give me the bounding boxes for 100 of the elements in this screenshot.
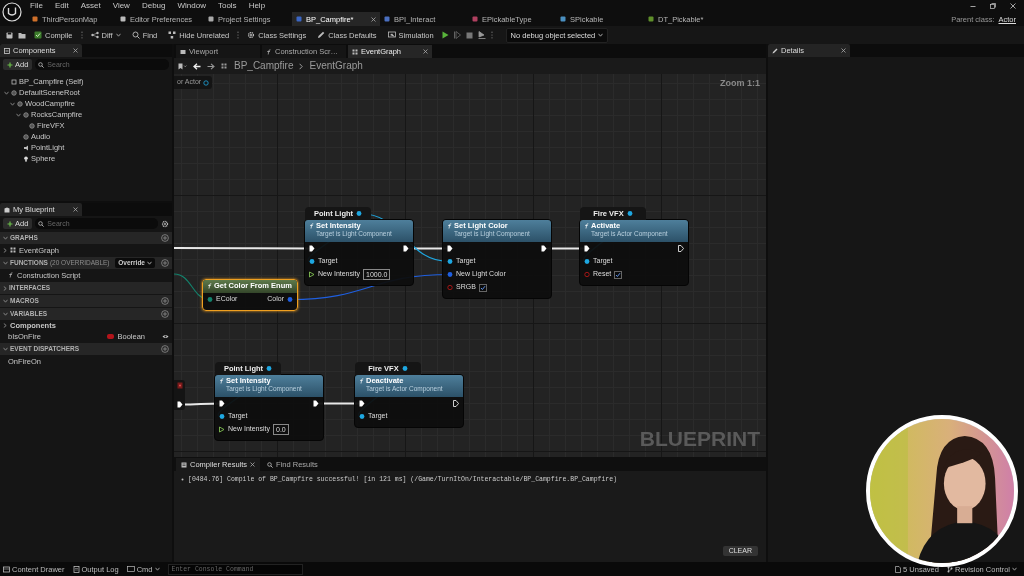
play-icon[interactable]: [441, 31, 449, 39]
step-icon[interactable]: [453, 31, 461, 39]
event-icon: [176, 382, 183, 389]
asset-icon: [32, 16, 38, 22]
add-icon[interactable]: [161, 297, 169, 305]
exec-pin-icon: [309, 245, 315, 252]
exec-pin-icon: [219, 400, 225, 407]
checkbox[interactable]: [614, 270, 623, 279]
component-icon: [11, 78, 17, 85]
function-icon: [447, 222, 452, 229]
zoom-label: Zoom 1:1: [720, 78, 760, 89]
folder-icon[interactable]: [18, 31, 26, 39]
compile-icon: [34, 31, 42, 39]
plus-icon: [7, 61, 13, 68]
add-icon[interactable]: [161, 345, 169, 353]
exec-pin-icon: [447, 245, 453, 252]
caret-icon: [598, 33, 604, 37]
bullet-icon: [181, 478, 184, 482]
pin-icon: [207, 296, 213, 303]
menu-item[interactable]: View: [112, 1, 130, 11]
caret-icon: [147, 261, 152, 265]
close-icon[interactable]: [73, 207, 78, 212]
save-icon[interactable]: [6, 31, 13, 39]
exec-pin-icon: [176, 401, 183, 408]
pin-icon: [219, 413, 225, 420]
pin-icon: [447, 284, 453, 291]
asset-icon: [648, 16, 654, 22]
pin-icon: [266, 365, 273, 372]
pin-icon: [287, 296, 293, 303]
asset-icon: [384, 16, 390, 22]
function-icon: [584, 222, 589, 229]
tab-icon: [266, 48, 272, 55]
caret-icon: [1012, 567, 1017, 571]
menu-item[interactable]: Window: [177, 1, 206, 11]
pin-icon: [401, 365, 408, 372]
add-icon[interactable]: [161, 259, 169, 267]
close-icon[interactable]: [250, 462, 256, 467]
pin-icon: [203, 79, 210, 86]
menu-item[interactable]: Help: [248, 1, 266, 11]
chevron-icon: [299, 62, 304, 70]
diff-icon: [90, 31, 99, 39]
close-icon[interactable]: [371, 16, 376, 22]
pin-icon: [584, 271, 590, 278]
component-icon: [23, 111, 29, 118]
log-icon: [72, 565, 80, 573]
restore-icon[interactable]: [990, 3, 996, 9]
asset-icon: [120, 16, 126, 22]
caret-icon: [3, 247, 7, 253]
function-icon: [309, 222, 314, 229]
pin-icon: [359, 413, 365, 420]
bookmark-icon[interactable]: [178, 62, 187, 70]
stop-icon[interactable]: [465, 31, 473, 39]
breadcrumb-item[interactable]: BP_Campfire: [234, 60, 294, 72]
log-icon: [181, 461, 187, 468]
close-icon[interactable]: [1010, 3, 1016, 9]
pin-icon: [219, 426, 225, 433]
menu-item[interactable]: Debug: [141, 1, 166, 11]
eject-icon[interactable]: [477, 31, 486, 39]
asset-icon: [472, 16, 478, 22]
menu-item[interactable]: File: [30, 1, 43, 11]
tab-icon: [180, 48, 186, 55]
component-icon: [23, 133, 29, 140]
component-icon: [23, 144, 29, 151]
graph-watermark: BLUEPRINT: [639, 425, 760, 451]
add-icon[interactable]: [161, 234, 169, 242]
pin-icon: [309, 271, 315, 278]
panel-icon: [4, 47, 10, 54]
drawer-icon: [3, 565, 10, 573]
menu-item[interactable]: Edit: [54, 1, 69, 11]
tab-icon: [352, 48, 358, 55]
menu-item[interactable]: Tools: [217, 1, 237, 11]
component-icon: [23, 155, 29, 162]
pin-icon: [626, 210, 633, 217]
function-icon: [219, 377, 224, 384]
close-icon[interactable]: [73, 48, 78, 53]
branch-icon: [946, 565, 953, 573]
function-icon: [207, 282, 212, 289]
caret-icon: [154, 567, 160, 571]
exec-pin-icon: [584, 245, 590, 252]
filter-icon: [168, 31, 177, 39]
graph-icon: [10, 247, 16, 253]
asset-icon: [208, 16, 214, 22]
search-icon: [131, 31, 140, 39]
eye-icon[interactable]: [162, 333, 169, 339]
forward-icon[interactable]: [207, 62, 215, 70]
panel-icon: [4, 206, 10, 213]
close-icon[interactable]: [423, 49, 428, 54]
settings-icon[interactable]: [161, 219, 169, 228]
back-icon[interactable]: [193, 62, 201, 70]
breadcrumb-item[interactable]: EventGraph: [309, 60, 363, 72]
pin-icon: [309, 258, 315, 265]
add-icon[interactable]: [161, 310, 169, 318]
pencil-icon: [772, 47, 778, 54]
logo-icon: [2, 2, 22, 22]
menu-item[interactable]: Asset: [80, 1, 101, 11]
close-icon[interactable]: [841, 48, 846, 53]
minimize-icon[interactable]: [970, 3, 976, 9]
file-icon: [895, 565, 902, 573]
checkbox[interactable]: [478, 283, 487, 292]
pin-icon: [584, 258, 590, 265]
